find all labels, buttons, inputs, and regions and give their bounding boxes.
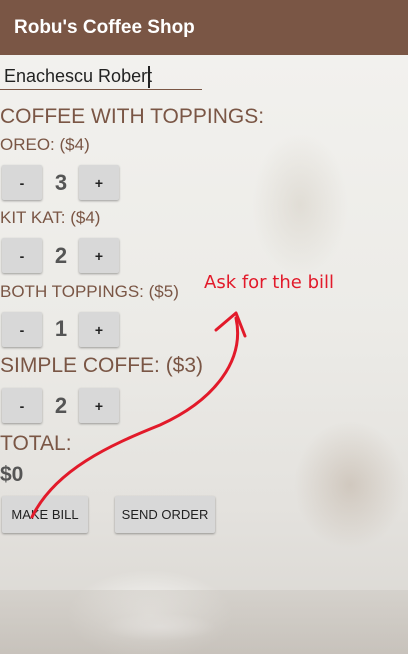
annotation-text: Ask for the bill [204, 272, 334, 293]
coffee-with-toppings-header: COFFEE WITH TOPPINGS: [0, 105, 265, 128]
oreo-decrement-button[interactable]: - [2, 165, 42, 200]
total-label: TOTAL: [0, 432, 72, 455]
both-toppings-label: BOTH TOPPINGS: ($5) [0, 282, 179, 301]
kit-kat-increment-button[interactable]: + [79, 238, 119, 273]
customer-name-input[interactable] [0, 64, 202, 90]
background-counter [0, 590, 408, 654]
both-toppings-increment-button[interactable]: + [79, 312, 119, 347]
kit-kat-quantity: 2 [54, 243, 68, 268]
text-cursor [148, 66, 150, 88]
app-title: Robu's Coffee Shop [14, 17, 195, 38]
app-bar: Robu's Coffee Shop [0, 0, 408, 55]
send-order-button[interactable]: SEND ORDER [115, 496, 215, 533]
simple-coffee-quantity: 2 [54, 393, 68, 418]
simple-coffee-increment-button[interactable]: + [79, 388, 119, 423]
simple-coffee-decrement-button[interactable]: - [2, 388, 42, 423]
simple-coffee-label: SIMPLE COFFE: ($3) [0, 354, 204, 377]
oreo-increment-button[interactable]: + [79, 165, 119, 200]
kit-kat-decrement-button[interactable]: - [2, 238, 42, 273]
both-toppings-decrement-button[interactable]: - [2, 312, 42, 347]
kit-kat-label: KIT KAT: ($4) [0, 208, 101, 227]
oreo-quantity: 3 [54, 170, 68, 195]
total-value: $0 [0, 463, 24, 486]
oreo-label: OREO: ($4) [0, 135, 90, 154]
both-toppings-quantity: 1 [54, 316, 68, 341]
make-bill-button[interactable]: MAKE BILL [2, 496, 88, 533]
